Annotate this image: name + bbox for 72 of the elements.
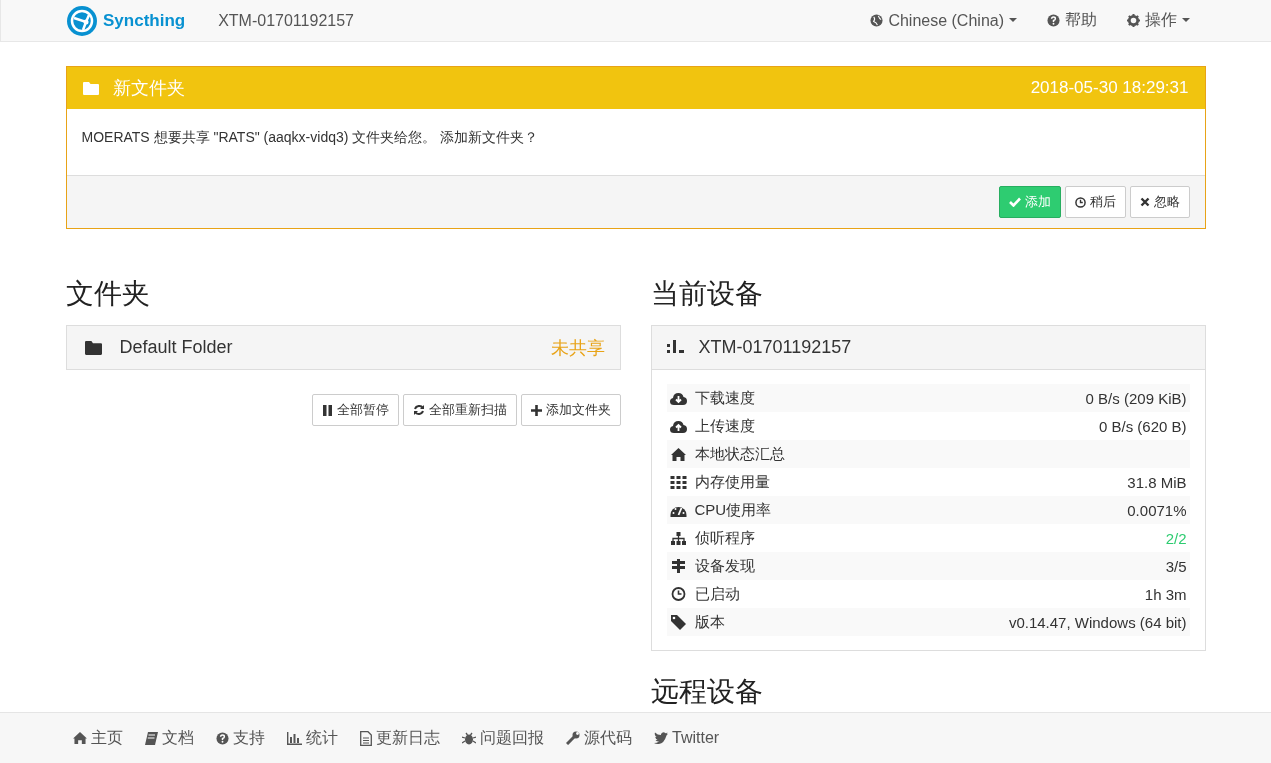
clock-icon	[1074, 196, 1086, 208]
nav-menu[interactable]: Chinese (China)	[870, 11, 1017, 30]
footer-link[interactable]: 问题回报	[462, 727, 544, 749]
home-icon	[669, 447, 687, 461]
later-button[interactable]: 稍后	[1064, 186, 1126, 218]
footer-link[interactable]: 更新日志	[360, 727, 440, 749]
stat-label: 下载速度	[694, 388, 755, 408]
stat-value: 31.8 MiB	[1127, 473, 1187, 491]
notice-time: 2018-05-30 18:29:31	[1030, 78, 1189, 98]
close-icon	[1139, 197, 1150, 207]
pause-all-button[interactable]: 全部暂停	[311, 394, 399, 426]
stat-value: 0.0071%	[1127, 501, 1187, 519]
section-heading: 远程设备	[650, 675, 764, 709]
cloud-download-icon	[669, 391, 687, 405]
document-icon	[360, 730, 372, 746]
stat-value: 1h 3m	[1144, 585, 1187, 603]
stat-label: 设备发现	[694, 556, 755, 576]
nav-menu[interactable]: 帮助	[1047, 10, 1097, 31]
folder-row[interactable]: Default Folder 未共享	[65, 325, 621, 370]
device-name: XTM-01701192157	[218, 11, 354, 30]
clock-icon	[669, 587, 687, 601]
ignore-button[interactable]: 忽略	[1129, 186, 1190, 218]
folder-icon	[84, 340, 102, 355]
footer-link[interactable]: 主页	[73, 727, 123, 749]
grid-icon	[669, 475, 687, 489]
notice-title: 新文件夹	[112, 77, 185, 100]
stat-value: 0 B/s (620 B)	[1098, 417, 1187, 435]
signpost-icon	[669, 559, 687, 573]
stat-label: 版本	[694, 612, 725, 632]
stat-label: 已启动	[694, 584, 740, 604]
stat-value: 2/2	[1165, 529, 1187, 547]
stat-label: 侦听程序	[694, 528, 755, 548]
add-folder-button[interactable]: 添加文件夹	[520, 394, 621, 426]
cloud-upload-icon	[669, 419, 687, 433]
stat-label: 上传速度	[694, 416, 755, 436]
help-icon	[1047, 14, 1060, 27]
section-heading: 文件夹	[65, 277, 151, 311]
stat-label: 内存使用量	[694, 472, 770, 492]
rescan-all-button[interactable]: 全部重新扫描	[402, 394, 517, 426]
sitemap-icon	[669, 531, 687, 545]
bar-chart-icon	[287, 731, 302, 745]
bug-icon	[462, 731, 476, 745]
home-icon	[73, 732, 87, 744]
folder-name: Default Folder	[119, 337, 233, 358]
stat-label: 本地状态汇总	[694, 444, 785, 464]
refresh-icon	[412, 404, 425, 416]
stat-label: CPU使用率	[694, 500, 772, 520]
syncthing-logo-icon	[66, 4, 98, 37]
plus-icon	[530, 404, 542, 416]
pause-icon	[321, 404, 333, 416]
footer-link[interactable]: 统计	[287, 727, 338, 749]
book-icon	[145, 731, 158, 745]
help-icon	[216, 731, 229, 745]
section-heading: 当前设备	[650, 277, 764, 311]
check-icon	[1008, 197, 1021, 207]
notice-message: MOERATS 想要共享 "RATS" (aaqkx-vidq3) 文件夹给您。 添加新文件夹？	[81, 129, 539, 145]
stat-value: 3/5	[1165, 557, 1187, 575]
stat-value: v0.14.47, Windows (64 bit)	[1008, 613, 1187, 631]
settings-icon	[1127, 14, 1140, 27]
folder-status: 未共享	[550, 336, 605, 360]
device-name: XTM-01701192157	[698, 337, 852, 358]
footer-link[interactable]: Twitter	[654, 729, 720, 747]
device-icon	[666, 340, 685, 355]
bird-icon	[654, 732, 668, 744]
wrench-icon	[566, 731, 580, 745]
folder-icon	[82, 81, 99, 95]
nav-menu[interactable]: 操作	[1127, 10, 1190, 31]
footer-link[interactable]: 文档	[145, 727, 194, 749]
footer-link[interactable]: 源代码	[566, 727, 632, 749]
footer-link[interactable]: 支持	[216, 727, 265, 749]
tag-icon	[669, 614, 687, 630]
stat-value: 0 B/s (209 KiB)	[1085, 389, 1187, 407]
